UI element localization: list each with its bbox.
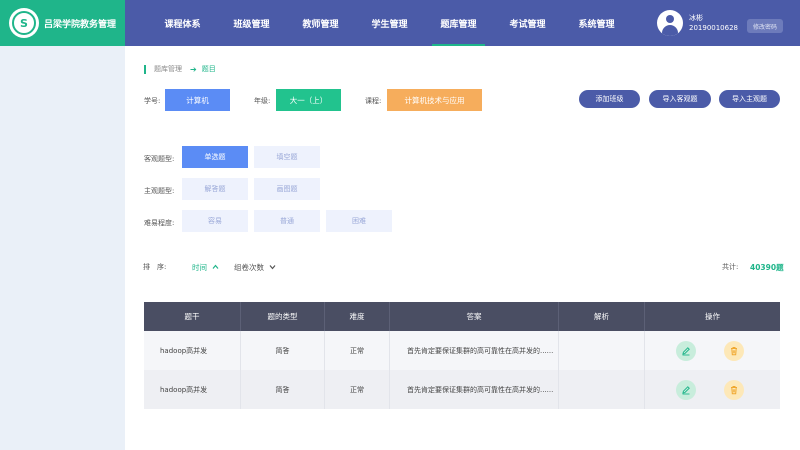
grade-select[interactable]: 大一（上） <box>276 89 341 111</box>
course-select[interactable]: 计算机技术与应用 <box>387 89 482 111</box>
user-id: 20190010628 <box>689 24 738 32</box>
option-single-choice[interactable]: 单选题 <box>182 146 248 168</box>
header-type: 题的类型 <box>241 302 325 331</box>
nav-course-system[interactable]: 课程体系 <box>148 0 217 46</box>
nav-teacher-management[interactable]: 教师管理 <box>286 0 355 46</box>
subjective-type-label: 主观题型: <box>144 187 175 195</box>
cell-stem: hadoop高并发 <box>144 331 241 370</box>
sort-by-views[interactable]: 组卷次数 <box>234 262 276 273</box>
pencil-icon <box>681 385 690 394</box>
import-subjective-button[interactable]: 导入主观题 <box>719 90 780 108</box>
table-header: 题干 题的类型 难度 答案 解析 操作 <box>144 302 780 331</box>
brand-name: 吕梁学院教务管理 <box>44 19 117 30</box>
main-nav: 课程体系 班级管理 教师管理 学生管理 题库管理 考试管理 系统管理 <box>148 0 631 46</box>
table-row: hadoop高并发 简答 正常 首先肯定要保证集群的高可靠性在高并发的.....… <box>144 370 780 409</box>
major-label: 学号: <box>144 97 161 105</box>
nav-student-management[interactable]: 学生管理 <box>355 0 424 46</box>
breadcrumb-parent[interactable]: 题库管理 <box>154 64 182 74</box>
major-select[interactable]: 计算机 <box>165 89 230 111</box>
sidebar <box>0 46 125 450</box>
import-objective-button[interactable]: 导入客观题 <box>649 90 711 108</box>
brand[interactable]: S 吕梁学院教务管理 <box>0 0 125 46</box>
cell-difficulty: 正常 <box>325 331 390 370</box>
breadcrumb: 题库管理 ➔ 题目 <box>144 64 216 74</box>
difficulty-label: 难易程度: <box>144 219 175 227</box>
cell-answer: 首先肯定要保证集群的高可靠性在高并发的...... <box>390 370 559 409</box>
header-difficulty: 难度 <box>325 302 390 331</box>
total-count: 40390题 <box>750 263 784 272</box>
cell-type: 简答 <box>241 331 325 370</box>
cell-actions <box>645 331 780 370</box>
user-name: 冰彬 <box>689 14 703 22</box>
option-answer-question[interactable]: 解答题 <box>182 178 248 200</box>
course-label: 课程: <box>365 97 382 105</box>
top-header: S 吕梁学院教务管理 课程体系 班级管理 教师管理 学生管理 题库管理 考试管理… <box>0 0 800 46</box>
arrow-right-icon: ➔ <box>190 64 197 74</box>
option-normal[interactable]: 普通 <box>254 210 320 232</box>
option-hard[interactable]: 困难 <box>326 210 392 232</box>
nav-class-management[interactable]: 班级管理 <box>217 0 286 46</box>
user-avatar-icon[interactable] <box>657 10 683 36</box>
cell-analysis <box>559 331 645 370</box>
sort-by-time[interactable]: 时间 <box>192 262 219 273</box>
header-stem: 题干 <box>144 302 241 331</box>
trash-icon <box>730 346 737 355</box>
arrow-up-icon <box>212 264 219 269</box>
header-actions: 操作 <box>705 312 720 321</box>
option-drawing-question[interactable]: 画图题 <box>254 178 320 200</box>
question-table: 题干 题的类型 难度 答案 解析 操作 hadoop高并发 简答 正常 首先肯定… <box>144 302 780 409</box>
sort-label: 排 序: <box>143 263 167 271</box>
pencil-icon <box>681 346 690 355</box>
edit-button[interactable] <box>675 379 696 400</box>
chevron-down-icon <box>269 265 276 270</box>
nav-system-management[interactable]: 系统管理 <box>562 0 631 46</box>
nav-question-bank[interactable]: 题库管理 <box>424 0 493 46</box>
user-info: 冰彬 20190010628 <box>657 10 738 36</box>
delete-button[interactable] <box>723 340 744 361</box>
sort-time-label: 时间 <box>192 263 207 272</box>
cell-type: 简答 <box>241 370 325 409</box>
trash-icon <box>730 385 737 394</box>
nav-exam-management[interactable]: 考试管理 <box>493 0 562 46</box>
cell-answer: 首先肯定要保证集群的高可靠性在高并发的...... <box>390 331 559 370</box>
edit-button[interactable] <box>675 340 696 361</box>
cell-analysis <box>559 370 645 409</box>
breadcrumb-bar <box>144 64 146 74</box>
objective-type-label: 客观题型: <box>144 155 175 163</box>
school-logo-icon: S <box>9 8 39 38</box>
add-class-button[interactable]: 添加班级 <box>579 90 640 108</box>
table-row: hadoop高并发 简答 正常 首先肯定要保证集群的高可靠性在高并发的.....… <box>144 331 780 370</box>
change-password-button[interactable]: 修改密码 <box>747 19 783 33</box>
cell-stem: hadoop高并发 <box>144 370 241 409</box>
cell-difficulty: 正常 <box>325 370 390 409</box>
delete-button[interactable] <box>723 379 744 400</box>
sort-views-label: 组卷次数 <box>234 263 264 272</box>
header-answer: 答案 <box>390 302 559 331</box>
option-fill-blank[interactable]: 填空题 <box>254 146 320 168</box>
grade-label: 年级: <box>254 97 271 105</box>
header-analysis: 解析 <box>559 302 645 331</box>
breadcrumb-current: 题目 <box>201 65 216 73</box>
total-label: 共计: <box>722 263 739 271</box>
cell-actions <box>645 370 780 409</box>
option-easy[interactable]: 容易 <box>182 210 248 232</box>
